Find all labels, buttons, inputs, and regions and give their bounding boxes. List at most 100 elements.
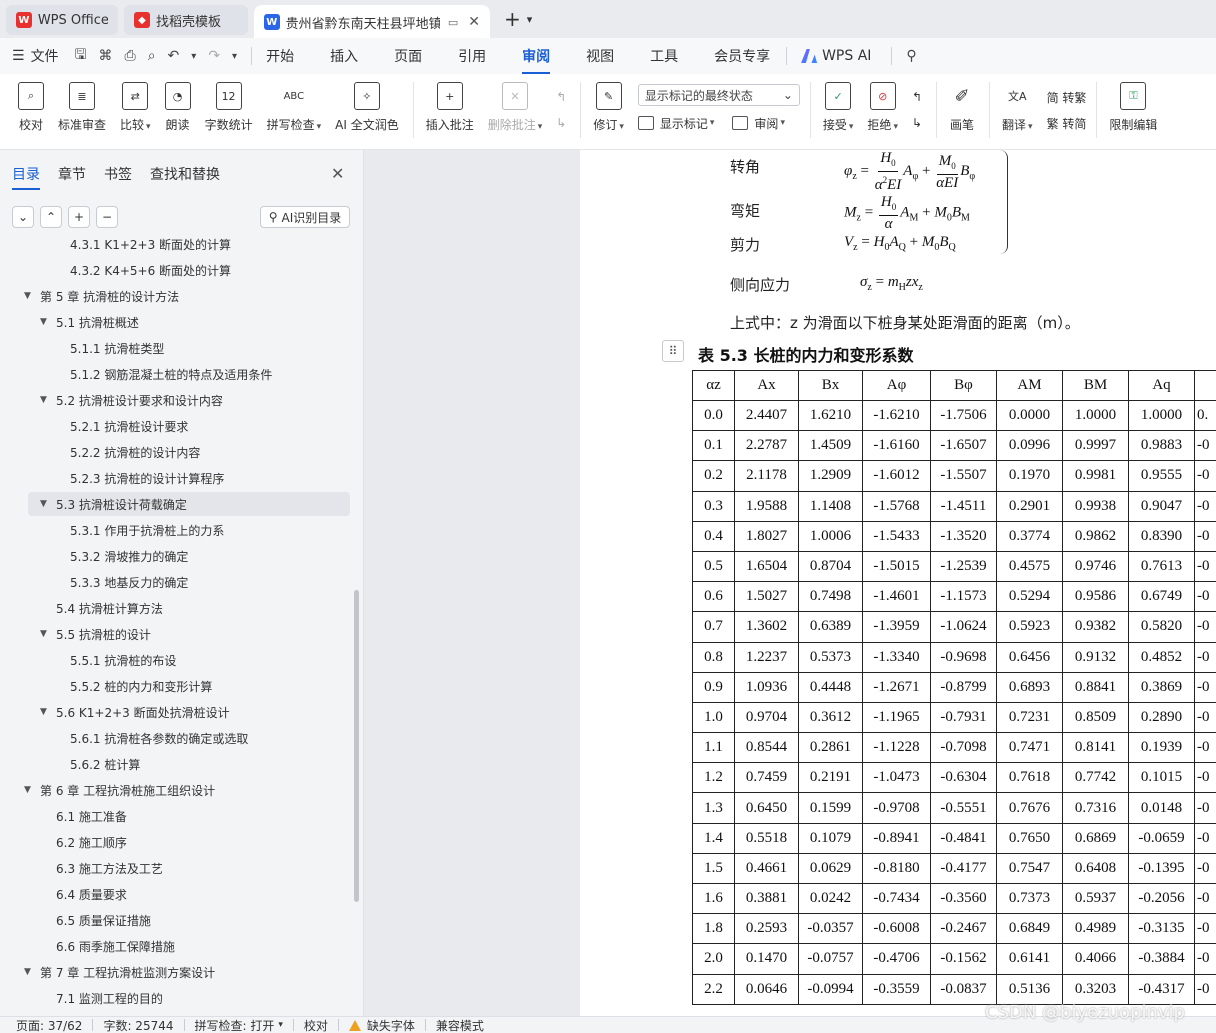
ai-recognize-toc-button[interactable]: ⚲ AI识别目录 <box>260 206 350 228</box>
save-icon[interactable]: 🖫 <box>75 44 87 68</box>
remove-heading-icon[interactable]: − <box>96 206 118 228</box>
file-menu[interactable]: ☰ 文件 <box>12 46 59 66</box>
markup-state-select[interactable]: 显示标记的最终状态 ⌄ <box>637 84 800 106</box>
next-change-icon[interactable]: ↳ <box>912 110 922 136</box>
toc-item[interactable]: 7.1 监测工程的目的 <box>0 986 163 1010</box>
table-drag-handle[interactable]: ⠿ <box>662 340 684 362</box>
wps-ai-button[interactable]: WPS AI <box>801 48 871 64</box>
toc-item[interactable]: 6.4 质量要求 <box>0 882 127 906</box>
toc-item[interactable]: 5.3.1 作用于抗滑桩上的力系 <box>0 518 224 542</box>
tab-review[interactable]: 审阅 <box>522 46 551 74</box>
close-tab-icon[interactable]: ✕ <box>468 14 480 30</box>
toc-item[interactable]: ▼ 5.1 抗滑桩概述 <box>0 310 139 334</box>
tab-docer-templates[interactable]: ◆ 找稻壳模板 <box>124 5 248 35</box>
prev-comment-icon[interactable]: ↰ <box>556 84 566 110</box>
toc-item[interactable]: 5.3.3 地基反力的确定 <box>0 570 188 594</box>
track-changes-button[interactable]: ✎ 修订 ▾ <box>593 74 624 133</box>
word-count-button[interactable]: 12 字数统计 <box>205 74 253 133</box>
print-icon[interactable]: ⎙ <box>125 48 136 64</box>
chevron-down-icon[interactable]: ▾ <box>527 13 533 26</box>
read-aloud-button[interactable]: ◔ 朗读 <box>164 74 191 133</box>
spell-check-button[interactable]: ABC 拼写检查 ▾ <box>267 74 322 133</box>
print-preview-icon[interactable]: ⌕ <box>148 48 156 64</box>
new-tab-icon[interactable]: + <box>504 7 521 31</box>
undo-icon[interactable]: ↶ <box>168 48 180 64</box>
collapse-up-icon[interactable]: ⌃ <box>40 206 62 228</box>
toc-item[interactable]: 5.1.1 抗滑桩类型 <box>0 336 164 360</box>
toc-item[interactable]: 5.6.1 抗滑桩各参数的确定或选取 <box>0 726 248 750</box>
tab-start[interactable]: 开始 <box>266 46 294 66</box>
show-markup-button[interactable]: 显示标记 ▾ <box>637 115 714 132</box>
expand-arrow-icon[interactable]: ▼ <box>40 629 48 639</box>
toc-item[interactable]: 6.3 施工方法及工艺 <box>0 856 163 880</box>
toc-item[interactable]: 4.3.1 K1+2+3 断面处的计算 <box>0 238 231 256</box>
tab-tools[interactable]: 工具 <box>650 46 678 66</box>
expand-arrow-icon[interactable]: ▼ <box>40 499 48 509</box>
next-comment-icon[interactable]: ↳ <box>556 110 566 136</box>
toc-item[interactable]: 6.6 雨季施工保障措施 <box>0 934 175 958</box>
expand-arrow-icon[interactable]: ▼ <box>40 707 48 717</box>
nav-tab-bookmarks[interactable]: 书签 <box>104 164 132 184</box>
expand-arrow-icon[interactable]: ▼ <box>24 967 32 977</box>
search-icon[interactable]: ⚲ <box>906 48 916 64</box>
reject-button[interactable]: ⊘ 拒绝 ▾ <box>867 74 898 133</box>
prev-change-icon[interactable]: ↰ <box>912 84 922 110</box>
proofread-status[interactable]: 校对 <box>304 1017 328 1033</box>
ai-polish-button[interactable]: ✧ AI 全文润色 <box>335 74 399 133</box>
toc-item[interactable]: 5.1.2 钢筋混凝土桩的特点及适用条件 <box>0 362 272 386</box>
nav-tab-sections[interactable]: 章节 <box>58 164 86 184</box>
close-icon[interactable]: ✕ <box>331 164 344 183</box>
review-pane-button[interactable]: 审阅 ▾ <box>732 115 785 132</box>
to-traditional-button[interactable]: 简 转繁 <box>1047 84 1087 110</box>
tab-wps-office[interactable]: W WPS Office <box>6 5 118 35</box>
restrict-edit-button[interactable]: ⚿ 限制编辑 <box>1109 74 1157 133</box>
expand-arrow-icon[interactable]: ▼ <box>24 785 32 795</box>
share-icon[interactable]: ⌘ <box>99 48 113 64</box>
expand-arrow-icon[interactable]: ▼ <box>24 291 32 301</box>
customize-icon[interactable]: ▾ <box>232 51 237 62</box>
compare-button[interactable]: ⇄ 比较 ▾ <box>120 74 151 133</box>
spell-check-status[interactable]: 拼写检查: 打开 ▾ <box>195 1017 283 1033</box>
expand-arrow-icon[interactable]: ▼ <box>40 317 48 327</box>
toc-item[interactable]: ▼ 5.2 抗滑桩设计要求和设计内容 <box>0 388 223 412</box>
toc-item[interactable]: 4.3.2 K4+5+6 断面处的计算 <box>0 258 231 282</box>
toc-item[interactable]: ▼ 5.5 抗滑桩的设计 <box>0 622 151 646</box>
undo-menu-icon[interactable]: ▾ <box>191 51 196 62</box>
to-simplified-button[interactable]: 繁 转简 <box>1047 110 1087 136</box>
translate-button[interactable]: 文A 翻译 ▾ <box>1002 74 1033 133</box>
toc-item[interactable]: ▼ 5.3 抗滑桩设计荷载确定 <box>28 492 350 516</box>
expand-arrow-icon[interactable]: ▼ <box>40 395 48 405</box>
toc-item[interactable]: 5.3.2 滑坡推力的确定 <box>0 544 188 568</box>
toc-item[interactable]: 5.6.2 桩计算 <box>0 752 140 776</box>
tab-view[interactable]: 视图 <box>586 46 614 66</box>
tab-membership[interactable]: 会员专享 <box>714 46 770 66</box>
proofread-button[interactable]: ⌕ 校对 <box>18 74 44 133</box>
toc-item[interactable]: 5.5.1 抗滑桩的布设 <box>0 648 176 672</box>
toc-item[interactable]: 6.1 施工准备 <box>0 804 127 828</box>
toc-item[interactable]: 5.2.1 抗滑桩设计要求 <box>0 414 188 438</box>
tab-current-document[interactable]: W 贵州省黔东南天柱县坪地镇某 ▭ ✕ <box>254 5 490 39</box>
toc-item[interactable]: ▼ 第 5 章 抗滑桩的设计方法 <box>0 284 179 308</box>
tab-references[interactable]: 引用 <box>458 46 486 66</box>
toc-item[interactable]: ▼ 第 7 章 工程抗滑桩监测方案设计 <box>0 960 215 984</box>
add-heading-icon[interactable]: + <box>68 206 90 228</box>
toc-item[interactable]: 6.5 质量保证措施 <box>0 908 151 932</box>
monitor-icon[interactable]: ▭ <box>448 16 458 29</box>
redo-icon[interactable]: ↷ <box>208 48 220 64</box>
toc-item[interactable]: ▼ 5.6 K1+2+3 断面处抗滑桩设计 <box>0 700 230 724</box>
tab-page[interactable]: 页面 <box>394 46 422 66</box>
toc-item[interactable]: 5.5.2 桩的内力和变形计算 <box>0 674 212 698</box>
toc-item[interactable]: 5.2.2 抗滑桩的设计内容 <box>0 440 200 464</box>
standard-review-button[interactable]: ≣ 标准审查 <box>58 74 106 133</box>
nav-tab-toc[interactable]: 目录 <box>12 164 40 190</box>
page-indicator[interactable]: 页面: 37/62 <box>16 1017 82 1033</box>
word-count-indicator[interactable]: 字数: 25744 <box>103 1017 173 1033</box>
tab-insert[interactable]: 插入 <box>330 46 358 66</box>
pen-button[interactable]: ✐ 画笔 <box>949 74 975 133</box>
toc-item[interactable]: 5.4 抗滑桩计算方法 <box>0 596 163 620</box>
insert-comment-button[interactable]: + 插入批注 <box>426 74 474 133</box>
accept-button[interactable]: ✓ 接受 ▾ <box>823 74 853 133</box>
nav-tab-find-replace[interactable]: 查找和替换 <box>150 164 220 184</box>
toc-item[interactable]: 5.2.3 抗滑桩的设计计算程序 <box>0 466 224 490</box>
toc-item[interactable]: ▼ 第 6 章 工程抗滑桩施工组织设计 <box>0 778 215 802</box>
